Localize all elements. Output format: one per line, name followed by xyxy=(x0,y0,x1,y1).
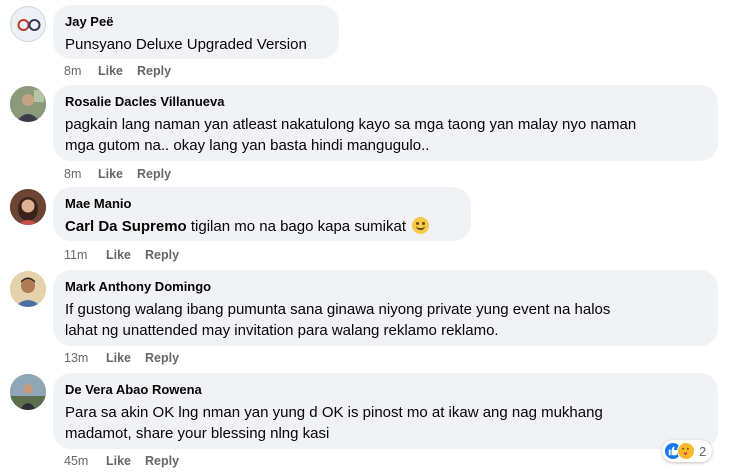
comment-bubble: Jay Peë Punsyano Deluxe Upgraded Version xyxy=(53,5,339,59)
reply-button[interactable]: Reply xyxy=(137,63,171,79)
comment-text-line: Para sa akin OK lng nman yan yung d OK i… xyxy=(65,404,603,421)
avatar[interactable] xyxy=(10,6,46,42)
user-photo-icon xyxy=(10,374,46,410)
comment-actions: 8m Like Reply xyxy=(64,63,185,79)
comment-timestamp[interactable]: 8m xyxy=(64,166,98,182)
comment-timestamp[interactable]: 45m xyxy=(64,453,106,469)
user-photo-icon xyxy=(10,271,46,307)
reaction-summary[interactable]: 2 xyxy=(662,440,713,462)
comment-text: Punsyano Deluxe Upgraded Version xyxy=(65,36,307,53)
reply-button[interactable]: Reply xyxy=(137,166,171,182)
comment-text-line: madamot, share your blessing nlng kasi xyxy=(65,425,330,442)
comment-text-line: pagkain lang naman yan atleast nakatulon… xyxy=(65,116,637,133)
commenter-name[interactable]: Mae Manio xyxy=(65,195,459,212)
comment-text-line: lahat ng unattended may invitation para … xyxy=(65,322,499,339)
commenter-name[interactable]: Rosalie Dacles Villanueva xyxy=(65,93,706,110)
like-button[interactable]: Like xyxy=(106,247,131,263)
comment-bubble: Mae Manio Carl Da Supremo tigilan mo na … xyxy=(53,187,471,241)
comment-timestamp[interactable]: 13m xyxy=(64,350,106,366)
commenter-name[interactable]: De Vera Abao Rowena xyxy=(65,381,706,398)
like-button[interactable]: Like xyxy=(106,453,131,469)
comment-actions: 8m Like Reply xyxy=(64,166,185,182)
comment-text-line: mga gutom na.. okay lang yan basta hindi… xyxy=(65,137,430,154)
commenter-name[interactable]: Jay Peë xyxy=(65,13,327,30)
avatar[interactable] xyxy=(10,189,46,225)
reply-button[interactable]: Reply xyxy=(145,350,179,366)
comment-timestamp[interactable]: 8m xyxy=(64,63,98,79)
user-photo-icon xyxy=(10,86,46,122)
comment-actions: 11m Like Reply xyxy=(64,247,193,263)
reaction-count: 2 xyxy=(699,443,707,459)
reply-button[interactable]: Reply xyxy=(145,453,179,469)
commenter-name[interactable]: Mark Anthony Domingo xyxy=(65,278,706,295)
avatar[interactable] xyxy=(10,86,46,122)
avatar[interactable] xyxy=(10,271,46,307)
comment-actions: 13m Like Reply xyxy=(64,350,193,366)
comment-text-line: If gustong walang ibang pumunta sana gin… xyxy=(65,301,611,318)
like-button[interactable]: Like xyxy=(106,350,131,366)
comment-bubble: Mark Anthony Domingo If gustong walang i… xyxy=(53,270,718,346)
like-button[interactable]: Like xyxy=(98,63,123,79)
avatar[interactable] xyxy=(10,374,46,410)
comment-text: If gustong walang ibang pumunta sana gin… xyxy=(65,299,706,341)
like-button[interactable]: Like xyxy=(98,166,123,182)
comment-timestamp[interactable]: 11m xyxy=(64,247,106,263)
glasses-avatar-icon xyxy=(12,8,45,41)
comment-text-body: tigilan mo na bago kapa sumikat xyxy=(186,218,411,235)
mention-link[interactable]: Carl Da Supremo xyxy=(65,218,187,235)
comment-text: Para sa akin OK lng nman yan yung d OK i… xyxy=(65,402,706,444)
comment-text: Carl Da Supremo tigilan mo na bago kapa … xyxy=(65,216,459,237)
comment-actions: 45m Like Reply xyxy=(64,453,193,469)
reply-button[interactable]: Reply xyxy=(145,247,179,263)
comment-bubble: Rosalie Dacles Villanueva pagkain lang n… xyxy=(53,85,718,161)
comment-text: pagkain lang naman yan atleast nakatulon… xyxy=(65,114,706,156)
user-photo-icon xyxy=(10,189,46,225)
comment-bubble: De Vera Abao Rowena Para sa akin OK lng … xyxy=(53,373,718,449)
grinning-emoji-icon xyxy=(412,217,430,234)
care-reaction-icon xyxy=(677,442,695,460)
